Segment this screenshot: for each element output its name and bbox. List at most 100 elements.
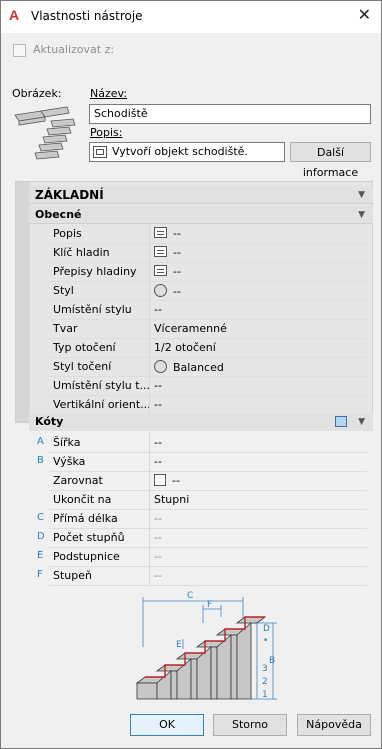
property-value-text: -- <box>154 569 162 582</box>
diagram-label-d: D <box>263 624 270 634</box>
ok-button[interactable]: OK <box>130 714 204 736</box>
align-square-icon[interactable] <box>154 474 166 486</box>
property-value-text: Balanced <box>173 361 224 374</box>
dimension-letter: C <box>37 512 44 523</box>
section-dimensions[interactable]: Kóty ▼ <box>29 413 373 431</box>
update-checkbox[interactable] <box>13 43 26 57</box>
property-name: Umístění stylu <box>53 303 132 316</box>
property-row[interactable]: Počet stupňů -- <box>49 528 367 547</box>
property-name: Vertikální orient... <box>53 398 149 411</box>
help-button[interactable]: Nápověda <box>297 714 371 736</box>
column-separator <box>149 262 150 281</box>
image-label: Obrázek: <box>12 87 62 100</box>
property-value[interactable]: Stupni <box>154 493 189 506</box>
collapse-arrow-icon[interactable]: ▼ <box>358 413 365 431</box>
property-row[interactable]: Vertikální orient... -- <box>49 395 367 414</box>
stair-preview-image <box>14 106 76 160</box>
property-value[interactable]: -- <box>154 265 181 278</box>
property-name: Klíč hladin <box>53 246 110 259</box>
property-row[interactable]: Popis -- <box>49 224 367 243</box>
dimension-letter: B <box>37 455 44 466</box>
column-separator <box>149 376 150 395</box>
property-value-text: -- <box>154 531 162 544</box>
list-icon[interactable] <box>154 246 167 257</box>
column-separator <box>149 395 150 414</box>
list-icon[interactable] <box>154 265 167 276</box>
property-value[interactable]: Víceramenné <box>154 322 227 335</box>
diagram-label-c: C <box>187 591 193 601</box>
diagram-label-f: F <box>207 600 212 610</box>
property-name: Umístění stylu t... <box>53 379 149 392</box>
section-basic[interactable]: ZÁKLADNÍ ▼ <box>29 186 373 204</box>
description-value: Vytvoří objekt schodiště. <box>112 145 248 158</box>
property-row[interactable]: Klíč hladin -- <box>49 243 367 262</box>
property-row[interactable]: Přepisy hladiny -- <box>49 262 367 281</box>
property-value[interactable]: -- <box>154 246 181 259</box>
style-icon <box>154 284 167 297</box>
property-row[interactable]: Přímá délka -- <box>49 509 367 528</box>
property-row[interactable]: Styl -- <box>49 281 367 300</box>
column-separator <box>149 452 150 471</box>
property-name: Stupeň <box>53 569 92 582</box>
property-value-text: -- <box>154 512 162 525</box>
more-info-button[interactable]: Další informace <box>290 142 371 179</box>
collapse-arrow-icon[interactable]: ▼ <box>358 206 365 224</box>
property-value-text: -- <box>173 285 181 298</box>
property-value[interactable]: -- <box>154 303 162 316</box>
tool-properties-dialog: A Vlastnosti nástroje ✕ Aktualizovat z: … <box>0 0 382 749</box>
property-value-text: -- <box>154 550 162 563</box>
property-value[interactable]: -- <box>154 550 162 563</box>
property-row[interactable]: Umístění stylu t... -- <box>49 376 367 395</box>
autocad-logo-icon: A <box>9 7 20 23</box>
diagram-label-e: E <box>176 640 182 650</box>
property-row[interactable]: Typ otočení 1/2 otočení <box>49 338 367 357</box>
ball-icon <box>154 360 167 373</box>
description-field[interactable]: Vytvoří objekt schodiště. <box>89 142 285 162</box>
property-row[interactable]: Výška -- <box>49 452 367 471</box>
property-row[interactable]: Šířka -- <box>49 433 367 452</box>
close-button[interactable]: ✕ <box>358 5 371 24</box>
column-separator <box>149 243 150 262</box>
column-separator <box>149 300 150 319</box>
property-value[interactable]: -- <box>154 436 162 449</box>
column-separator <box>149 357 150 376</box>
property-row[interactable]: Styl točení Balanced <box>49 357 367 376</box>
property-value[interactable]: -- <box>154 531 162 544</box>
property-value[interactable]: -- <box>154 512 162 525</box>
property-value-text: -- <box>154 303 162 316</box>
property-value-text: Víceramenné <box>154 322 227 335</box>
section-general-label: Obecné <box>35 208 82 221</box>
property-value[interactable]: -- <box>154 474 180 487</box>
property-row[interactable]: Podstupnice -- <box>49 547 367 566</box>
dimension-settings-icon[interactable] <box>335 416 347 427</box>
property-name: Výška <box>53 455 86 468</box>
property-value[interactable]: -- <box>154 284 181 298</box>
property-row[interactable]: Zarovnat -- <box>49 471 367 490</box>
property-name: Zarovnat <box>53 474 103 487</box>
property-value[interactable]: 1/2 otočení <box>154 341 216 354</box>
property-name: Typ otočení <box>53 341 116 354</box>
property-row[interactable]: Tvar Víceramenné <box>49 319 367 338</box>
collapse-arrow-icon[interactable]: ▼ <box>358 186 365 204</box>
list-icon[interactable] <box>154 227 167 238</box>
palette-scroll-strip[interactable] <box>16 182 30 422</box>
object-icon <box>93 146 107 158</box>
name-field[interactable]: Schodiště <box>89 104 371 124</box>
cancel-button[interactable]: Storno <box>213 714 287 736</box>
property-value[interactable]: -- <box>154 569 162 582</box>
property-value[interactable]: -- <box>154 398 162 411</box>
grid-line <box>49 585 367 586</box>
property-value[interactable]: -- <box>154 379 162 392</box>
property-row[interactable]: Ukončit na Stupni <box>49 490 367 509</box>
property-value[interactable]: Balanced <box>154 360 224 374</box>
property-name: Styl točení <box>53 360 112 373</box>
property-name: Ukončit na <box>53 493 112 506</box>
section-general[interactable]: Obecné ▼ <box>29 206 373 224</box>
property-name: Popis <box>53 227 82 240</box>
property-value-text: -- <box>173 265 181 278</box>
property-row[interactable]: Stupeň -- <box>49 566 367 585</box>
property-value[interactable]: -- <box>154 227 181 240</box>
property-value[interactable]: -- <box>154 455 162 468</box>
property-row[interactable]: Umístění stylu -- <box>49 300 367 319</box>
update-from-row[interactable]: Aktualizovat z: <box>13 43 114 57</box>
